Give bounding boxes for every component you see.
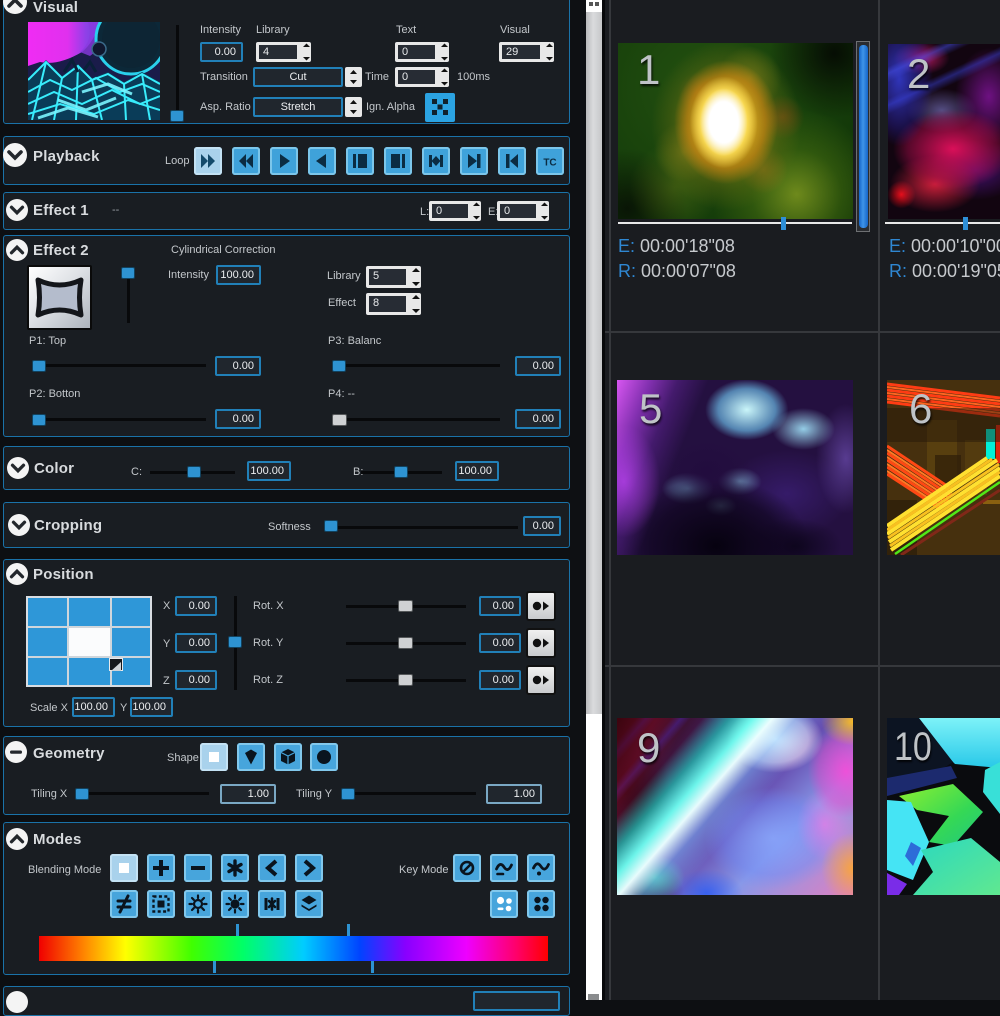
svg-text:TC: TC [543, 158, 556, 169]
